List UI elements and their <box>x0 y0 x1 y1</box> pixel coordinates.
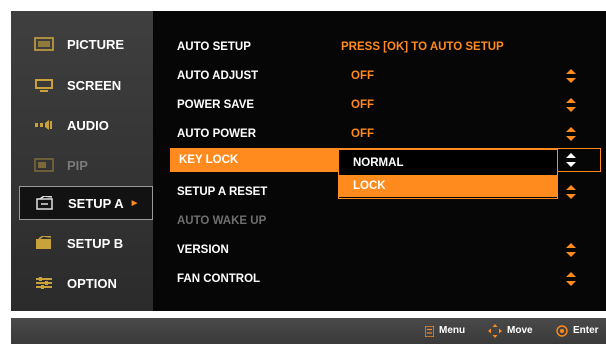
active-arrow-icon: ► <box>129 197 140 209</box>
sidebar-item-label: PICTURE <box>67 36 125 52</box>
sidebar-item-screen[interactable]: SCREEN <box>19 68 153 102</box>
hint-enter: Enter <box>556 318 599 344</box>
enter-icon <box>556 325 568 337</box>
menu-row-auto-setup[interactable]: AUTO SETUP PRESS [OK] TO AUTO SETUP <box>153 34 606 60</box>
dropdown-option-lock[interactable]: LOCK <box>339 175 557 197</box>
sidebar-item-pip[interactable]: PIP <box>19 148 153 182</box>
row-value: OFF <box>351 128 374 140</box>
pip-icon <box>33 157 55 173</box>
sidebar: PICTURE SCREEN AUDIO PIP SETUP A ► SETUP… <box>11 11 153 311</box>
menu-row-power-save[interactable]: POWER SAVE OFF <box>153 92 606 118</box>
sidebar-item-label: OPTION <box>67 275 117 291</box>
up-down-arrows-icon[interactable] <box>565 68 577 84</box>
sidebar-item-label: SCREEN <box>67 77 122 93</box>
menu-icon <box>425 325 434 337</box>
sidebar-item-picture[interactable]: PICTURE <box>19 27 153 61</box>
up-down-arrows-icon[interactable] <box>565 97 577 113</box>
sidebar-item-label: AUDIO <box>67 117 109 133</box>
dropdown-option-normal[interactable]: NORMAL <box>339 152 557 174</box>
menu-row-auto-wake-up: AUTO WAKE UP <box>153 208 606 234</box>
setup-a-menu: AUTO SETUP PRESS [OK] TO AUTO SETUP AUTO… <box>153 11 606 311</box>
row-label: VERSION <box>177 244 229 256</box>
row-label: KEY LOCK <box>179 154 239 166</box>
row-label: FAN CONTROL <box>177 273 261 285</box>
sidebar-item-label: PIP <box>67 157 88 173</box>
sidebar-item-setup-b[interactable]: SETUP B <box>19 226 153 260</box>
row-label: AUTO WAKE UP <box>177 215 267 227</box>
row-value: OFF <box>351 70 374 82</box>
key-lock-dropdown[interactable]: NORMAL LOCK <box>338 149 558 199</box>
footer-bar: Menu Move Enter <box>11 318 606 344</box>
row-value: PRESS [OK] TO AUTO SETUP <box>341 41 504 53</box>
row-label: SETUP A RESET <box>177 186 268 198</box>
row-label: POWER SAVE <box>177 99 255 111</box>
menu-row-fan-control[interactable]: FAN CONTROL <box>153 266 606 292</box>
up-down-arrows-icon[interactable] <box>565 271 577 287</box>
menu-row-auto-adjust[interactable]: AUTO ADJUST OFF <box>153 63 606 89</box>
sidebar-item-label: SETUP A <box>68 195 124 211</box>
hint-menu: Menu <box>425 318 465 344</box>
up-down-arrows-icon[interactable] <box>565 152 577 168</box>
menu-row-auto-power[interactable]: AUTO POWER OFF <box>153 121 606 147</box>
row-label: AUTO SETUP <box>177 41 251 53</box>
setup-b-icon <box>33 235 55 251</box>
sidebar-item-option[interactable]: OPTION <box>19 266 153 300</box>
up-down-arrows-icon[interactable] <box>565 242 577 258</box>
hint-label: Enter <box>573 325 599 336</box>
menu-row-version[interactable]: VERSION <box>153 237 606 263</box>
hint-label: Move <box>507 325 533 336</box>
row-label: AUTO POWER <box>177 128 257 140</box>
move-arrows-icon <box>488 324 502 338</box>
setup-a-icon <box>34 195 56 211</box>
sidebar-item-setup-a[interactable]: SETUP A ► <box>19 186 153 220</box>
picture-icon <box>33 36 55 52</box>
up-down-arrows-icon[interactable] <box>565 126 577 142</box>
row-value: OFF <box>351 99 374 111</box>
audio-icon <box>33 117 55 133</box>
up-down-arrows-icon[interactable] <box>565 184 577 200</box>
hint-label: Menu <box>439 325 466 336</box>
screen-icon <box>33 77 55 93</box>
sidebar-item-audio[interactable]: AUDIO <box>19 108 153 142</box>
option-icon <box>33 275 55 291</box>
sidebar-item-label: SETUP B <box>67 235 124 251</box>
row-label: AUTO ADJUST <box>177 70 259 82</box>
hint-move: Move <box>488 318 533 344</box>
